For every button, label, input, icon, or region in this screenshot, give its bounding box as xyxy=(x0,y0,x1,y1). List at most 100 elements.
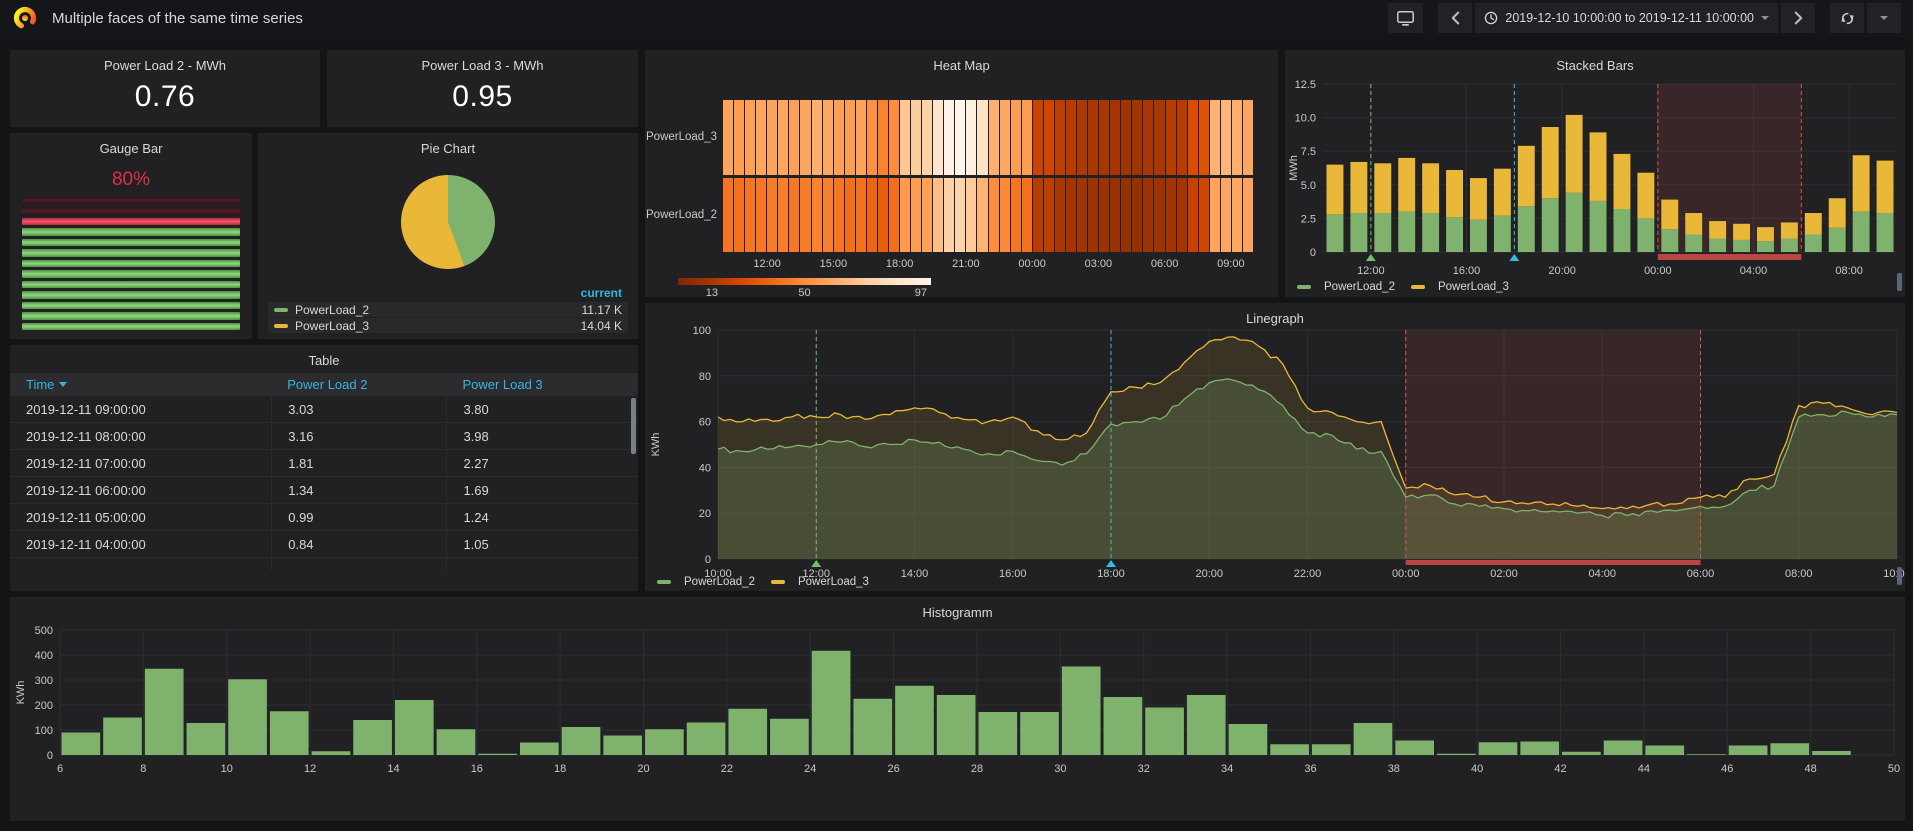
heatmap-cell xyxy=(1011,100,1021,175)
panel-title[interactable]: Pie Chart xyxy=(258,133,638,159)
column-header-time[interactable]: Time xyxy=(10,373,271,396)
svg-text:06:00: 06:00 xyxy=(1687,568,1715,580)
panel-scrollbar-thumb[interactable] xyxy=(1897,273,1902,291)
legend-item-PowerLoad_2[interactable]: PowerLoad_2 xyxy=(657,576,755,588)
heatmap-cell xyxy=(1088,178,1098,253)
tv-kiosk-button[interactable] xyxy=(1388,3,1423,33)
heatmap-cell xyxy=(989,100,999,175)
table-scrollbar-thumb[interactable] xyxy=(631,398,636,454)
svg-text:20: 20 xyxy=(699,508,711,520)
svg-text:14: 14 xyxy=(387,763,399,775)
svg-text:8: 8 xyxy=(140,763,146,775)
panel-heat-map: Heat Map PowerLoad_3PowerLoad_2 12:0015:… xyxy=(645,50,1278,297)
heatmap-scale-bar xyxy=(678,278,931,285)
axis-tick-label: 15:00 xyxy=(820,258,848,270)
time-forward-button[interactable] xyxy=(1781,3,1815,33)
heatmap-cell xyxy=(767,178,777,253)
table-cell xyxy=(446,558,638,570)
svg-text:14:00: 14:00 xyxy=(901,568,929,580)
heatmap-cell xyxy=(1099,178,1109,253)
pie-legend-item[interactable]: PowerLoad_314.04 K xyxy=(268,318,628,333)
svg-text:22: 22 xyxy=(721,763,733,775)
heatmap-cell xyxy=(1055,100,1065,175)
svg-text:12.5: 12.5 xyxy=(1295,79,1316,91)
svg-text:80: 80 xyxy=(699,371,711,383)
heatmap-cell xyxy=(1011,178,1021,253)
column-header-power-load-3[interactable]: Power Load 3 xyxy=(446,373,638,396)
histogram-svg: 0100200300400500681012141618202224262830… xyxy=(10,597,1905,821)
clock-icon xyxy=(1484,11,1498,25)
time-range-button[interactable]: 2019-12-10 10:00:00 to 2019-12-11 10:00:… xyxy=(1475,3,1778,33)
heatmap-cell xyxy=(834,100,844,175)
svg-text:0: 0 xyxy=(1310,247,1316,259)
gauge-segment-on xyxy=(22,228,240,235)
table-cell: 1.69 xyxy=(446,477,638,503)
panel-title[interactable]: Power Load 2 - MWh xyxy=(10,50,320,76)
svg-text:04:00: 04:00 xyxy=(1740,265,1768,277)
panel-histogram: Histogramm 01002003004005006810121416182… xyxy=(10,597,1905,821)
legend-item-PowerLoad_2[interactable]: PowerLoad_2 xyxy=(1297,281,1395,293)
heatmap-cell xyxy=(1210,178,1220,253)
panel-title[interactable]: Table xyxy=(10,345,638,371)
heatmap-cell xyxy=(1022,178,1032,253)
heatmap-cell xyxy=(1000,100,1010,175)
svg-text:400: 400 xyxy=(35,650,53,662)
gauge-segment-on xyxy=(22,302,240,309)
grafana-logo[interactable] xyxy=(12,5,38,31)
gauge-segment-off xyxy=(22,197,240,204)
heatmap-cell xyxy=(944,100,954,175)
heatmap-cell xyxy=(1177,100,1187,175)
heatmap-cell xyxy=(1221,100,1231,175)
panel-title[interactable]: Heat Map xyxy=(645,50,1278,76)
heatmap-cell xyxy=(1110,100,1120,175)
heatmap-cell xyxy=(823,100,833,175)
gauge-segment-on xyxy=(22,281,240,288)
svg-text:20:00: 20:00 xyxy=(1548,265,1576,277)
heatmap-cell xyxy=(1044,178,1054,253)
table-cell xyxy=(10,558,271,570)
table-cell: 2019-12-11 09:00:00 xyxy=(10,396,271,422)
heatmap-cell xyxy=(1066,100,1076,175)
axis-tick-label: 03:00 xyxy=(1085,258,1113,270)
column-header-power-load-2[interactable]: Power Load 2 xyxy=(271,373,446,396)
heatmap-cell xyxy=(789,100,799,175)
heatmap-cell xyxy=(1188,178,1198,253)
axis-tick-label: 09:00 xyxy=(1217,258,1245,270)
pie-legend-item[interactable]: PowerLoad_211.17 K xyxy=(268,302,628,317)
heatmap-cell xyxy=(955,178,965,253)
gauge-bars xyxy=(22,197,240,330)
heatmap-cell xyxy=(800,100,810,175)
panel-scrollbar-thumb[interactable] xyxy=(1897,567,1902,585)
heatmap-cell xyxy=(878,178,888,253)
svg-text:16:00: 16:00 xyxy=(999,568,1027,580)
legend-item-PowerLoad_3[interactable]: PowerLoad_3 xyxy=(1411,281,1509,293)
axis-tick-label: 21:00 xyxy=(952,258,980,270)
legend-color-dash xyxy=(1411,285,1425,289)
legend-series-name: PowerLoad_2 xyxy=(684,576,755,588)
panel-title[interactable]: Power Load 3 - MWh xyxy=(327,50,638,76)
svg-text:KWh: KWh xyxy=(15,681,27,705)
legend-item-PowerLoad_3[interactable]: PowerLoad_3 xyxy=(771,576,869,588)
linegraph-svg: 02040608010010:0012:0014:0016:0018:0020:… xyxy=(645,303,1905,591)
refresh-interval-button[interactable] xyxy=(1867,3,1901,33)
gauge-segment-on xyxy=(22,239,240,246)
tv-kiosk-icon xyxy=(1397,11,1414,26)
svg-text:24: 24 xyxy=(804,763,816,775)
svg-text:46: 46 xyxy=(1721,763,1733,775)
svg-text:5.0: 5.0 xyxy=(1301,180,1316,192)
refresh-button[interactable] xyxy=(1830,3,1864,33)
heatmap-cell xyxy=(1088,100,1098,175)
axis-tick-label: 06:00 xyxy=(1151,258,1179,270)
heatmap-cell xyxy=(867,178,877,253)
heatmap-cell xyxy=(745,178,755,253)
heatmap-cell xyxy=(1154,100,1164,175)
heatmap-cell xyxy=(723,100,733,175)
time-back-button[interactable] xyxy=(1438,3,1472,33)
grafana-logo-icon xyxy=(12,5,38,31)
table-cell: 2019-12-11 08:00:00 xyxy=(10,423,271,449)
gauge-segment-on xyxy=(22,323,240,330)
axis-tick-label: 18:00 xyxy=(886,258,914,270)
panel-title[interactable]: Gauge Bar xyxy=(10,133,252,159)
pie-legend-value-header[interactable]: current xyxy=(268,285,628,301)
heatmap-cell xyxy=(856,178,866,253)
